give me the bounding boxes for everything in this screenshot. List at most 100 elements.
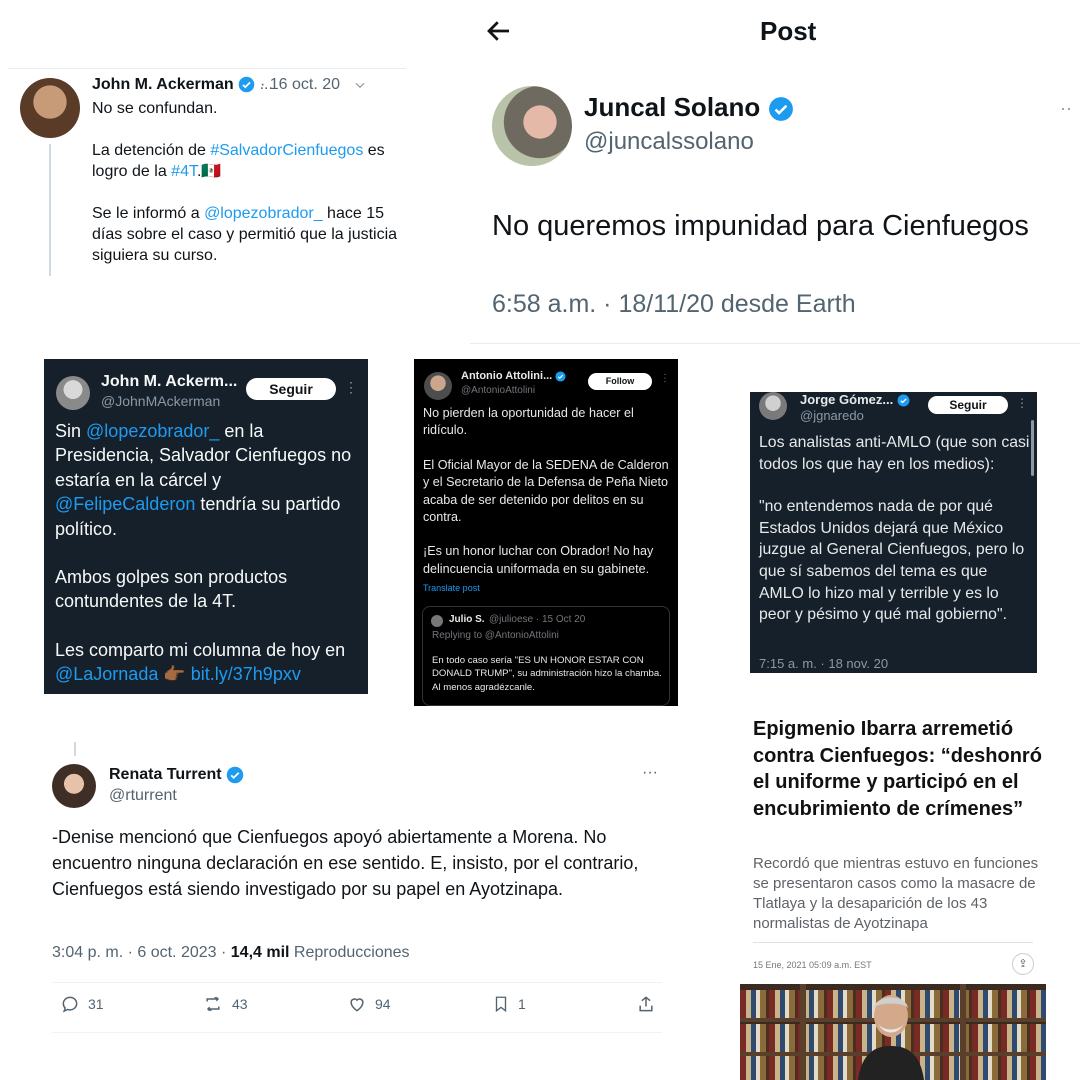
verified-badge-icon <box>555 371 566 382</box>
tweet-line: La detención de #SalvadorCienfuegos es l… <box>92 140 404 182</box>
follow-button[interactable]: Seguir <box>246 378 336 400</box>
like-button[interactable]: 94 <box>347 994 391 1014</box>
tweet-jorge[interactable]: Jorge Gómez... @jgnaredo Seguir ⋮ Los an… <box>750 392 1037 673</box>
verified-badge-icon <box>768 97 793 122</box>
article-photo[interactable] <box>740 984 1046 1080</box>
avatar[interactable] <box>52 764 96 808</box>
mention-link[interactable]: @lopezobrador_ <box>204 205 323 222</box>
tweet-body: Sin @lopezobrador_ en la Presidencia, Sa… <box>55 419 365 694</box>
divider <box>52 982 662 983</box>
tweet-ackerman-light[interactable]: John M. Ackerman ... · 16 oct. 20 No se … <box>8 68 406 283</box>
chevron-down-icon[interactable] <box>353 78 367 92</box>
hashtag-link[interactable]: #SalvadorCienfuegos <box>210 142 363 159</box>
action-bar: 31 43 94 1 <box>52 994 662 1022</box>
tweet-line: Se le informó a @lopezobrador_ hace 15 d… <box>92 203 404 266</box>
bookmark-icon <box>495 996 507 1013</box>
author-name-text: John M. Ackerman <box>92 76 234 93</box>
article-headline[interactable]: Epigmenio Ibarra arremetió contra Cienfu… <box>753 716 1043 822</box>
pointing-hand-icon: 👉🏾 <box>158 664 191 685</box>
mention-link[interactable]: @lopezobrador_ <box>86 421 219 441</box>
thread-line <box>49 144 51 276</box>
like-count: 94 <box>375 996 391 1012</box>
share-icon <box>639 996 653 1012</box>
url-link[interactable]: bit.ly/37h9pxv <box>191 664 301 684</box>
divider <box>8 68 406 69</box>
author-name[interactable]: Antonio Attolini... <box>461 370 566 382</box>
share-icon[interactable]: ⇪ <box>1012 953 1034 975</box>
translate-post-link[interactable]: Translate post <box>423 583 480 593</box>
mention-link[interactable]: @LaJornada <box>55 664 158 684</box>
reply-count: 31 <box>88 996 104 1012</box>
retweet-button[interactable]: 43 <box>202 994 248 1014</box>
bookmark-button[interactable]: 1 <box>492 994 526 1014</box>
reply-button[interactable]: 31 <box>60 994 104 1014</box>
author-handle[interactable]: @JohnMAckerman <box>101 393 220 409</box>
author-handle[interactable]: @juncalssolano <box>584 128 754 156</box>
tweet-body: -Denise mencionó que Cienfuegos apoyó ab… <box>52 827 639 899</box>
author-name[interactable]: Renata Turrent <box>109 766 244 784</box>
share-button[interactable] <box>636 994 656 1014</box>
tweet-body: No pierden la oportunidad de hacer el ri… <box>423 405 673 595</box>
author-name[interactable]: John M. Ackerman ... <box>92 76 273 94</box>
text-segment: Les comparto mi columna de hoy en <box>55 639 346 660</box>
post-timestamp[interactable]: 6:58 a.m. · 18/11/20 desde Earth <box>492 290 856 319</box>
author-name-text: Antonio Attolini... <box>461 370 553 382</box>
tweet-attolini[interactable]: Antonio Attolini... @AntonioAttolini Fol… <box>414 359 678 706</box>
tweet-line: No se confundan. <box>92 100 218 117</box>
text-segment: Se le informó a <box>92 205 205 222</box>
avatar[interactable] <box>424 372 452 400</box>
quoted-tweet[interactable]: Julio S. @julioese · 15 Oct 20 Replying … <box>422 606 670 706</box>
author-handle[interactable]: @rturrent <box>109 787 177 805</box>
post-text: No queremos impunidad para Cienfuegos <box>492 210 1029 242</box>
tweet-renata-turrent[interactable]: Renata Turrent @rturrent ··· -Denise men… <box>34 742 664 1042</box>
shelf-frame <box>800 984 806 1080</box>
author-name[interactable]: John M. Ackerm... <box>101 373 237 391</box>
tweet-meta: 3:04 p. m. · 6 oct. 2023 · 14,4 mil Repr… <box>52 944 410 962</box>
tweet-date-text: · 16 oct. 20 <box>260 76 341 93</box>
view-label: Reproducciones <box>289 944 410 961</box>
divider <box>470 343 1080 344</box>
author-name[interactable]: Jorge Gómez... <box>800 392 910 407</box>
quoted-text: En todo caso sería "ES UN HONOR ESTAR CO… <box>432 655 662 693</box>
heart-icon <box>350 998 364 1012</box>
more-options-icon[interactable]: ⋮ <box>344 379 358 396</box>
person-portrait <box>858 995 924 1080</box>
verified-badge-icon <box>897 394 910 407</box>
quoted-author-meta: @julioese · 15 Oct 20 <box>489 614 586 625</box>
author-name[interactable]: Juncal Solano <box>584 92 794 123</box>
hashtag-link[interactable]: #4T <box>171 163 197 180</box>
bookmark-count: 1 <box>518 996 526 1012</box>
follow-button[interactable]: Follow <box>588 373 652 390</box>
quoted-author-name[interactable]: Julio S. <box>449 614 485 625</box>
more-options-icon[interactable]: ⋮ <box>1016 396 1028 410</box>
tweet-date[interactable]: · 16 oct. 20 <box>260 76 367 94</box>
tweet-paragraph: Los analistas anti-AMLO (que son casi to… <box>759 434 1030 473</box>
more-options-icon[interactable]: ⋮ <box>660 373 670 384</box>
more-options-icon[interactable]: ·· <box>1060 98 1072 119</box>
tweet-paragraph: Ambos golpes son productos contundentes … <box>55 567 288 612</box>
divider <box>753 942 1033 943</box>
avatar[interactable] <box>492 86 572 166</box>
mention-link[interactable]: @FelipeCalderon <box>55 494 195 514</box>
tweet-timestamp[interactable]: 7:15 a. m. · 18 nov. 20 <box>759 656 888 671</box>
avatar[interactable] <box>20 78 80 138</box>
verified-badge-icon <box>226 766 244 784</box>
reply-icon <box>62 996 78 1013</box>
author-handle[interactable]: @jgnaredo <box>800 408 864 423</box>
divider <box>52 1032 662 1033</box>
author-handle[interactable]: @AntonioAttolini <box>461 385 535 396</box>
author-name-text: Jorge Gómez... <box>800 392 894 407</box>
avatar[interactable] <box>431 615 443 627</box>
avatar[interactable] <box>56 376 90 410</box>
avatar[interactable] <box>759 392 787 420</box>
more-options-icon[interactable]: ··· <box>642 764 658 782</box>
author-name-text: Juncal Solano <box>584 92 761 122</box>
tweet-timestamp[interactable]: 3:04 p. m. · 6 oct. 2023 · <box>52 944 231 961</box>
tweet-paragraph: ¡Es un honor luchar con Obrador! No hay … <box>423 544 654 576</box>
retweet-count: 43 <box>232 996 248 1012</box>
follow-button[interactable]: Seguir <box>928 396 1008 414</box>
news-article-card[interactable]: Epigmenio Ibarra arremetió contra Cienfu… <box>740 712 1050 1080</box>
tweet-ackerman-dark[interactable]: John M. Ackerm... @JohnMAckerman Seguir … <box>44 359 368 694</box>
page-title: Post <box>760 16 817 46</box>
back-arrow-icon[interactable] <box>484 16 514 46</box>
